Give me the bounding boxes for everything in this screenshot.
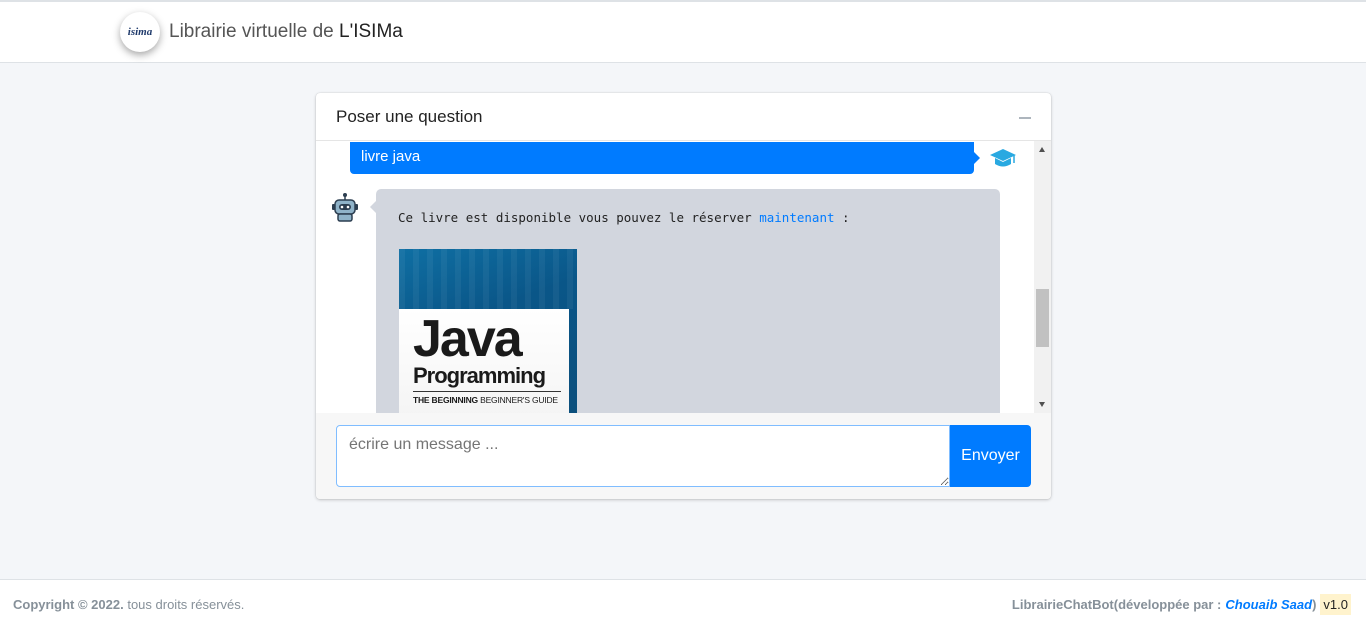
dev-prefix: (développée par : (1113, 597, 1222, 612)
bot-message-after: : (834, 210, 850, 225)
scroll-down-arrow-icon[interactable] (1039, 402, 1045, 407)
copyright-rest: tous droits réservés. (123, 597, 245, 612)
credits: LibrairieChatBot (développée par : Chouai… (1012, 594, 1351, 615)
bot-message-before: Ce livre est disponible vous pouvez le r… (398, 210, 760, 225)
chat-card: Poser une question livre java Ce livre e… (316, 93, 1051, 499)
isima-logo: isima (120, 12, 160, 52)
chat-title: Poser une question (336, 107, 483, 126)
collapse-icon[interactable] (1019, 117, 1031, 119)
book-cover-image: Java Programming THE BEGINNING BEGINNER'… (399, 249, 577, 413)
book-tagline-rest: BEGINNER'S GUIDE (477, 395, 558, 405)
book-title: Java (413, 310, 523, 368)
book-divider (413, 391, 561, 392)
bot-message: Ce livre est disponible vous pouvez le r… (370, 189, 1000, 413)
book-cover-panel: Java Programming THE BEGINNING BEGINNER'… (399, 309, 569, 413)
bot-message-text: Ce livre est disponible vous pouvez le r… (398, 210, 850, 225)
book-cover-decoration (399, 249, 577, 309)
user-message: livre java (350, 142, 980, 174)
chat-messages: livre java Ce livre est disponible vous … (316, 141, 1051, 413)
brand-name: L'ISIMa (339, 21, 403, 42)
message-input[interactable] (336, 425, 950, 487)
scroll-up-arrow-icon[interactable] (1039, 147, 1045, 152)
dev-suffix: ) (1312, 597, 1317, 612)
brand-link[interactable]: isima Librairie virtuelle de L'ISIMa (120, 12, 403, 52)
app-name: LibrairieChatBot (1011, 597, 1114, 612)
page-footer: Copyright © 2022. tous droits réservés. … (0, 579, 1366, 628)
chat-input-area: Envoyer (316, 413, 1051, 499)
brand-text: Librairie virtuelle de L'ISIMa (169, 21, 403, 43)
version-badge: v1.0 (1320, 594, 1351, 615)
graduation-cap-icon (990, 149, 1016, 167)
chat-scrollbar[interactable] (1034, 141, 1051, 413)
copyright-text: Copyright © 2022. tous droits réservés. (13, 597, 244, 612)
send-button[interactable]: Envoyer (950, 425, 1031, 487)
chat-card-header: Poser une question (316, 93, 1051, 141)
book-tagline: THE BEGINNING BEGINNER'S GUIDE (413, 395, 569, 405)
copyright-bold: Copyright © 2022. (13, 597, 124, 612)
robot-icon (332, 193, 358, 222)
book-tagline-bold: THE BEGINNING (413, 395, 478, 405)
book-subtitle: Programming (413, 363, 546, 388)
reserve-link[interactable]: maintenant (759, 210, 834, 225)
navbar: isima Librairie virtuelle de L'ISIMa (0, 0, 1366, 63)
brand-prefix: Librairie virtuelle de (169, 21, 340, 42)
author-link[interactable]: Chouaib Saad (1225, 597, 1312, 612)
scroll-thumb[interactable] (1036, 289, 1049, 347)
